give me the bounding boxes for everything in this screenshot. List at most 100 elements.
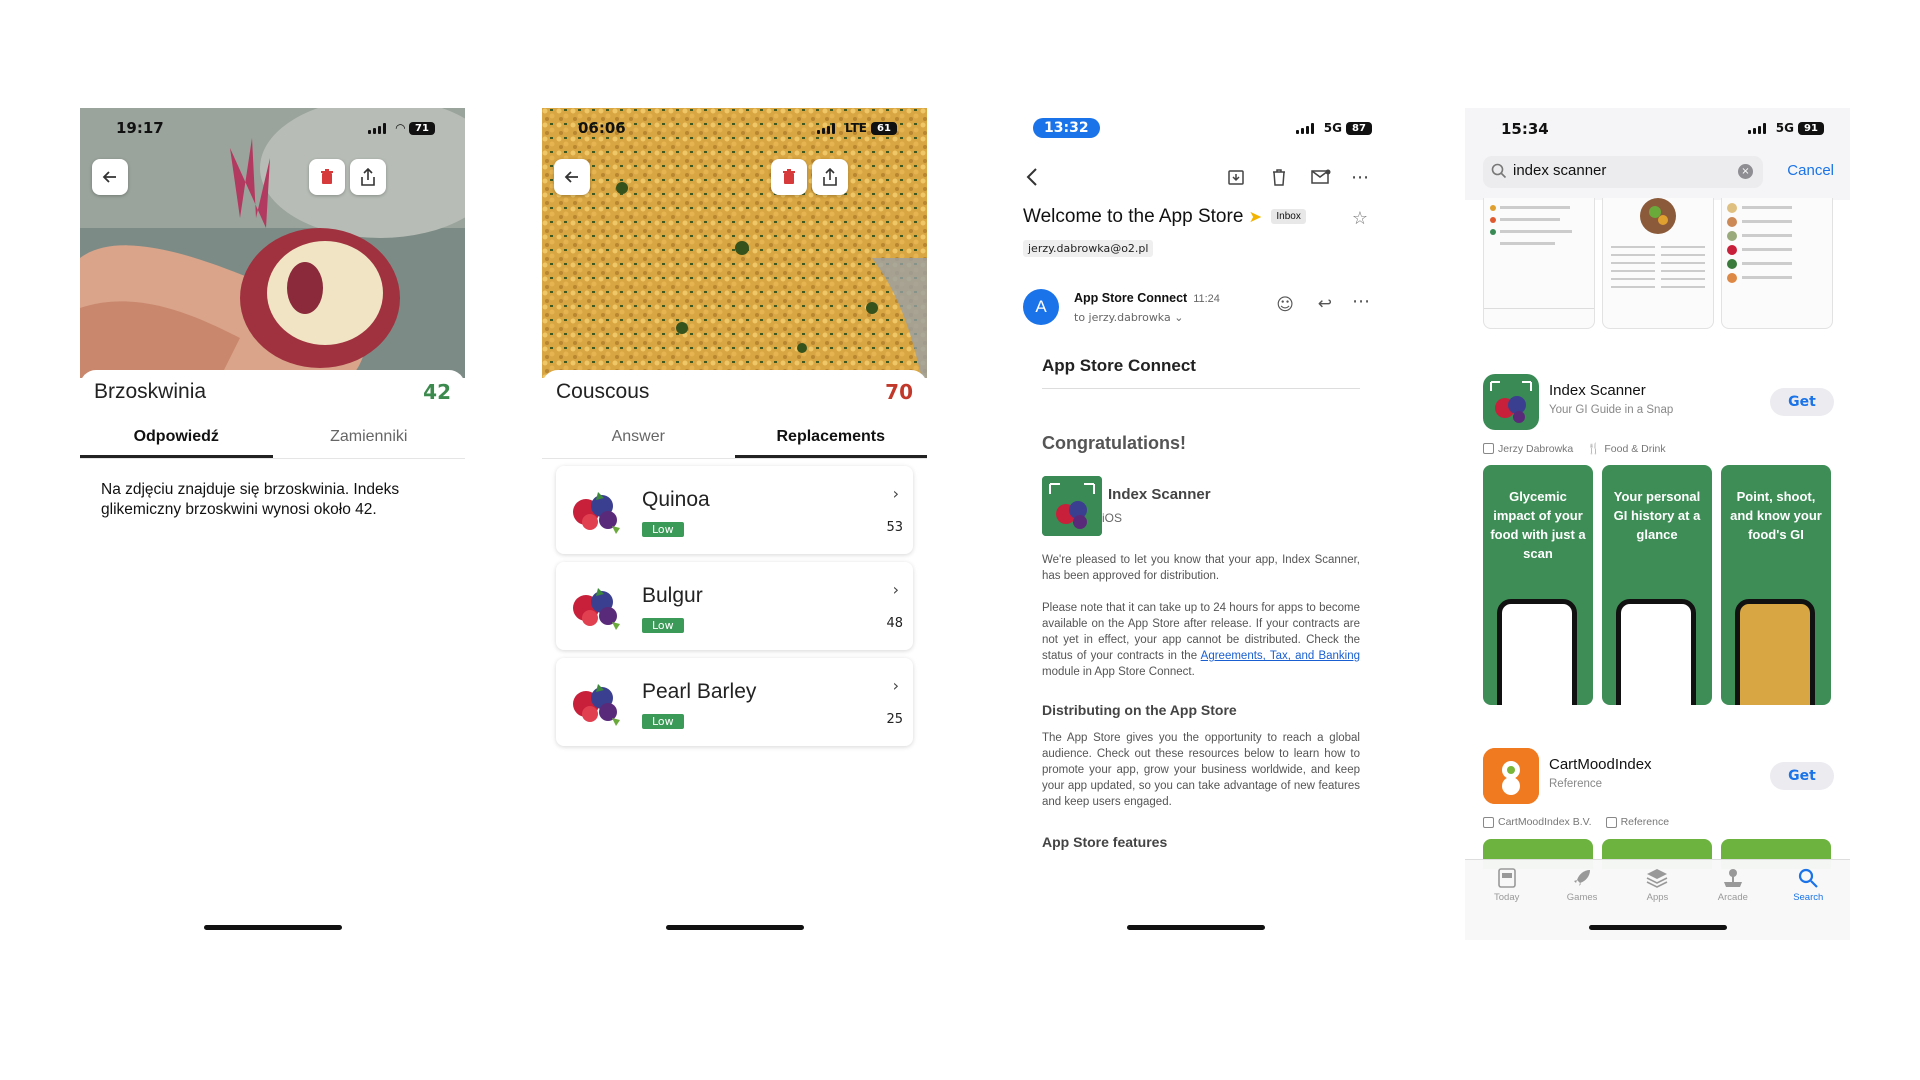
tab-replacements[interactable]: Zamienniki: [273, 420, 466, 458]
status-time: 19:17: [116, 119, 164, 137]
get-button[interactable]: Get: [1770, 762, 1834, 790]
replacement-name: Pearl Barley: [642, 680, 757, 703]
clear-icon[interactable]: ×: [1738, 164, 1753, 179]
cancel-button[interactable]: Cancel: [1787, 162, 1834, 179]
signal-icon: [367, 122, 386, 134]
screenshot-strip[interactable]: [1483, 198, 1833, 329]
delete-button[interactable]: [771, 159, 807, 195]
delete-button[interactable]: [1266, 164, 1292, 190]
wifi-icon: ◠: [395, 121, 405, 135]
tab-bar: Answer Replacements: [542, 420, 927, 459]
phone-peach-answer: 19:17 ◠ 71 Brzoskwinia 42 Odpowiedź Zami…: [80, 108, 465, 940]
book-icon: [1605, 816, 1617, 828]
home-indicator: [203, 925, 342, 930]
share-icon: [361, 168, 375, 186]
tab-answer[interactable]: Odpowiedź: [80, 420, 273, 458]
tab-label: Search: [1793, 892, 1824, 903]
app-result-index-scanner[interactable]: Index Scanner Your GI Guide in a Snap Ge…: [1483, 374, 1834, 432]
reply-icon[interactable]: ↩: [1318, 294, 1332, 314]
layers-icon: [1647, 869, 1668, 888]
sender-time: 11:24: [1193, 293, 1220, 305]
phone-mockup: [1616, 599, 1696, 705]
avatar: A: [1023, 289, 1059, 325]
distributing-heading: Distributing on the App Store: [1042, 702, 1237, 718]
home-indicator: [665, 925, 804, 930]
share-icon: [823, 168, 837, 186]
back-button[interactable]: [92, 159, 128, 195]
back-button[interactable]: [554, 159, 590, 195]
network-label: 5G: [1323, 121, 1342, 135]
screenshot-thumbnail: [1484, 205, 1594, 309]
chevron-right-icon: ›: [892, 484, 899, 503]
phone-couscous-replacements: 06:06 LTE 61 Couscous 70 Answer Replacem…: [542, 108, 927, 940]
agreements-link[interactable]: Agreements, Tax, and Banking: [1201, 650, 1360, 662]
gi-badge: Low: [642, 618, 684, 633]
sender-row: A App Store Connect 11:24 to jerzy.dabrow…: [1023, 289, 1372, 329]
status-bar-right: 5G 91: [1747, 121, 1824, 135]
network-label: LTE: [844, 121, 867, 135]
arrow-left-icon: [564, 171, 578, 183]
app-icon: [1042, 476, 1102, 536]
star-icon[interactable]: ☆: [1352, 208, 1368, 229]
berries-icon: [573, 492, 620, 534]
envelope-icon: [1311, 169, 1331, 184]
gi-value: 42: [423, 380, 451, 404]
app-icon: [1483, 374, 1539, 430]
signal-icon: [1295, 122, 1314, 134]
tab-label: Arcade: [1717, 892, 1748, 903]
more-button[interactable]: ⋯: [1347, 164, 1373, 190]
signal-icon: [816, 122, 835, 134]
berries-icon: [1483, 374, 1539, 430]
status-time: 15:34: [1501, 120, 1549, 138]
food-header: Couscous 70: [556, 380, 913, 404]
availability-paragraph: Please note that it can take up to 24 ho…: [1042, 600, 1360, 680]
more-icon: ⋯: [1351, 166, 1369, 188]
distributing-paragraph: The App Store gives you the opportunity …: [1042, 732, 1360, 808]
phone-mockup: [1497, 599, 1577, 705]
recipient-details[interactable]: to jerzy.dabrowka ⌄: [1074, 311, 1183, 324]
status-bar: 19:17 ◠ 71: [80, 108, 465, 148]
share-button[interactable]: [812, 159, 848, 195]
search-input[interactable]: index scanner ×: [1483, 156, 1763, 188]
tab-label: Apps: [1646, 892, 1669, 903]
category-name: Food & Drink: [1604, 442, 1666, 455]
gi-badge: Low: [642, 714, 684, 729]
fork-knife-icon: 🍴: [1587, 443, 1601, 455]
promo-screenshots[interactable]: Glycemic impact of your food with just a…: [1483, 465, 1835, 705]
status-time: 06:06: [578, 119, 626, 137]
phone-mockup: [1735, 599, 1815, 705]
tab-bar: Odpowiedź Zamienniki: [80, 420, 465, 459]
battery-indicator: 71: [409, 121, 435, 135]
cart-mood-icon: [1483, 748, 1539, 804]
emoji-icon[interactable]: ☺: [1276, 295, 1294, 315]
replacement-card-bulgur[interactable]: Bulgur Low › 48: [556, 562, 913, 650]
tab-replacements[interactable]: Replacements: [734, 420, 927, 458]
chevron-right-icon: ›: [892, 676, 899, 695]
tab-search[interactable]: Search: [1773, 860, 1843, 940]
share-button[interactable]: [350, 159, 386, 195]
more-icon[interactable]: ⋯: [1352, 291, 1370, 312]
berries-icon: [573, 588, 620, 630]
app-subtitle: Your GI Guide in a Snap: [1549, 404, 1674, 416]
battery-indicator: 87: [1346, 121, 1372, 135]
get-button[interactable]: Get: [1770, 388, 1834, 416]
app-platform: iOS: [1102, 511, 1123, 525]
back-button[interactable]: [1019, 164, 1045, 190]
mail-body: App Store Connect Congratulations! Index…: [1042, 356, 1360, 850]
tab-label: Games: [1566, 892, 1598, 903]
replacement-card-pearl-barley[interactable]: Pearl Barley Low › 25: [556, 658, 913, 746]
mark-unread-button[interactable]: [1308, 164, 1334, 190]
trash-icon: [783, 169, 795, 184]
search-icon: [1799, 868, 1819, 888]
joystick-icon: [1723, 869, 1742, 887]
archive-button[interactable]: [1223, 164, 1249, 190]
promo-text: Glycemic impact of your food with just a…: [1490, 489, 1586, 561]
search-row: index scanner × Cancel: [1483, 156, 1834, 188]
app-result-cartmoodindex[interactable]: CartMoodIndex Reference Get: [1483, 748, 1834, 806]
label-chip[interactable]: Inbox: [1271, 209, 1306, 225]
result-sheet: Brzoskwinia 42 Odpowiedź Zamienniki Na z…: [80, 370, 465, 940]
delete-button[interactable]: [309, 159, 345, 195]
replacement-card-quinoa[interactable]: Quinoa Low › 53: [556, 466, 913, 554]
tab-today[interactable]: Today: [1472, 860, 1542, 940]
tab-answer[interactable]: Answer: [542, 420, 735, 458]
